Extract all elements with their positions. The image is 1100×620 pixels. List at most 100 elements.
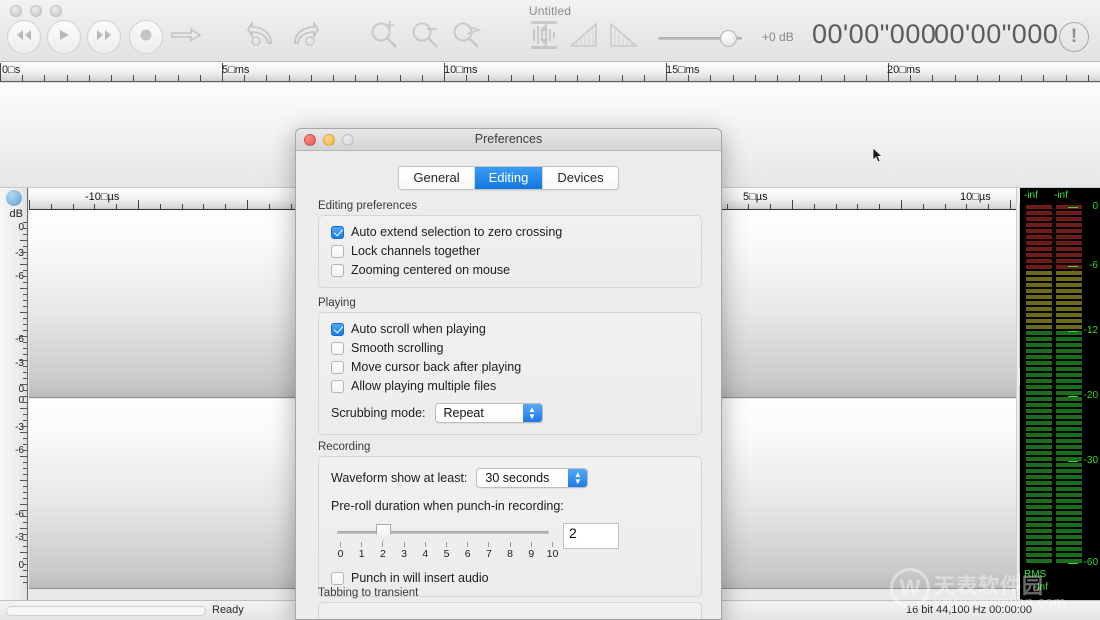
zoom-out-icon <box>410 21 440 54</box>
checkbox-move-cursor-back[interactable] <box>331 360 344 374</box>
meter-segment <box>1026 379 1052 383</box>
db-scale-tick <box>20 480 27 481</box>
meter-segment <box>1026 331 1052 335</box>
row-lock-channels[interactable]: Lock channels together <box>319 243 701 259</box>
meter-segment <box>1026 259 1052 263</box>
meter-segment <box>1056 439 1082 443</box>
row-allow-multiple-files[interactable]: Allow playing multiple files <box>319 378 701 394</box>
preroll-slider[interactable]: 2 0 1 2 3 4 5 6 7 8 9 10 <box>337 523 687 563</box>
peak-label-left: -inf <box>1024 190 1038 201</box>
db-scale-tick <box>23 468 27 469</box>
dialog-tabs: General Editing Devices <box>296 166 721 190</box>
slider-tick-label: 6 <box>464 548 471 560</box>
meter-segment <box>1026 415 1052 419</box>
meter-segment <box>1056 415 1082 419</box>
db-scale-tick <box>20 384 27 385</box>
zoom-in-icon <box>369 20 399 54</box>
play-button[interactable] <box>47 20 81 54</box>
rewind-button[interactable] <box>7 20 41 54</box>
checkbox-smooth-scrolling[interactable] <box>331 341 344 355</box>
zoom-in-button[interactable] <box>367 20 401 54</box>
normalize-button[interactable] <box>526 20 562 54</box>
checkbox-auto-scroll[interactable] <box>331 322 344 336</box>
go-to-end-button[interactable] <box>167 20 205 54</box>
select-scrubbing-mode[interactable]: Repeat ▲ ▼ <box>434 403 543 423</box>
meter-segment <box>1026 223 1052 227</box>
detail-ruler-tick <box>247 200 248 209</box>
fast-forward-button[interactable] <box>87 20 121 54</box>
select-waveform-show[interactable]: 30 seconds ▲ ▼ <box>476 468 589 488</box>
timeline-ruler[interactable]: 0□s 5□ms 10□ms 15□ms 20□ms <box>0 62 1100 82</box>
volume-slider-knob[interactable] <box>720 30 737 47</box>
undo-button[interactable] <box>245 19 279 54</box>
ruler-tick <box>932 75 933 81</box>
row-auto-scroll[interactable]: Auto scroll when playing <box>319 321 701 337</box>
alert-button[interactable]: ! <box>1059 22 1089 52</box>
tab-general[interactable]: General <box>399 167 475 189</box>
row-move-cursor-back[interactable]: Move cursor back after playing <box>319 359 701 375</box>
app-root: Untitled +0 dB 00'00"000 00'00"000 ! 0□s… <box>0 0 1100 620</box>
zoom-out-button[interactable] <box>408 20 442 54</box>
group-recording: Recording Waveform show at least: 30 sec… <box>318 441 702 597</box>
tab-devices[interactable]: Devices <box>543 167 618 189</box>
db-scale-tick <box>23 228 27 229</box>
preroll-value-field[interactable]: 2 <box>563 523 619 549</box>
fade-out-button[interactable] <box>607 20 639 54</box>
row-zooming-centered[interactable]: Zooming centered on mouse <box>319 262 701 278</box>
checkbox-punch-in-insert[interactable] <box>331 571 344 585</box>
row-auto-extend-selection[interactable]: Auto extend selection to zero crossing <box>319 224 701 240</box>
status-file-info: 16 bit 44,100 Hz 00:00:00 <box>906 604 1032 616</box>
db-unit-label: dB <box>9 208 23 220</box>
slider-tick <box>403 542 405 547</box>
record-button[interactable] <box>129 20 163 54</box>
track-settings-icon[interactable] <box>6 190 22 206</box>
meter-scale-label: -20 <box>1083 390 1098 401</box>
label-punch-in-insert: Punch in will insert audio <box>351 571 489 585</box>
preferences-dialog[interactable]: Preferences General Editing Devices Edit… <box>295 128 722 620</box>
slider-tick <box>382 542 384 547</box>
meter-scale-label: -60 <box>1083 557 1098 568</box>
meter-segment <box>1056 391 1082 395</box>
status-ready-text: Ready <box>212 604 244 616</box>
group-title-recording: Recording <box>318 441 371 453</box>
chevron-updown-icon-2: ▲ ▼ <box>568 469 588 487</box>
level-meters[interactable]: -inf -inf RMS -inf 0 -6 -12 -20 -30 -60 <box>1020 188 1100 600</box>
ruler-tick <box>333 75 334 81</box>
main-toolbar: Untitled +0 dB 00'00"000 00'00"000 ! <box>0 0 1100 62</box>
db-scale-tick <box>23 318 27 319</box>
detail-ruler-tick <box>923 204 924 209</box>
detail-ruler-tick <box>138 200 139 209</box>
preroll-slider-track[interactable] <box>337 531 549 534</box>
timecode-primary[interactable]: 00'00"000 <box>812 19 936 50</box>
checkbox-allow-multiple-files[interactable] <box>331 379 344 393</box>
checkbox-auto-extend-selection[interactable] <box>331 225 344 239</box>
meter-segment <box>1056 505 1082 509</box>
tab-editing[interactable]: Editing <box>474 167 544 189</box>
meter-segment <box>1056 337 1082 341</box>
detail-ruler-tick <box>225 204 226 209</box>
dialog-title-bar[interactable]: Preferences <box>296 129 721 151</box>
meter-scale-label: 0 <box>1092 201 1098 212</box>
timecode-secondary[interactable]: 00'00"000 <box>934 19 1058 50</box>
meter-segment <box>1056 511 1082 515</box>
meter-segment <box>1056 211 1082 215</box>
slider-tick-label: 10 <box>546 548 559 560</box>
fade-in-button[interactable] <box>568 20 600 54</box>
db-scale-tick <box>20 456 27 457</box>
row-smooth-scrolling[interactable]: Smooth scrolling <box>319 340 701 356</box>
meter-scale-mark <box>1068 331 1078 332</box>
checkbox-lock-channels[interactable] <box>331 244 344 258</box>
meter-segment <box>1026 397 1052 401</box>
zoom-fit-button[interactable] <box>449 20 483 54</box>
preroll-slider-knob[interactable] <box>376 524 391 541</box>
group-box-editing: Auto extend selection to zero crossing L… <box>318 215 702 288</box>
redo-button[interactable] <box>287 19 321 54</box>
db-scale-tick <box>20 552 27 553</box>
rms-label: RMS <box>1024 569 1047 580</box>
row-punch-in-insert[interactable]: Punch in will insert audio <box>319 570 701 586</box>
ruler-tick <box>0 63 1 81</box>
checkbox-zooming-centered[interactable] <box>331 263 344 277</box>
detail-ruler-tick <box>116 204 117 209</box>
label-move-cursor-back: Move cursor back after playing <box>351 360 522 374</box>
slider-tick <box>467 542 469 547</box>
